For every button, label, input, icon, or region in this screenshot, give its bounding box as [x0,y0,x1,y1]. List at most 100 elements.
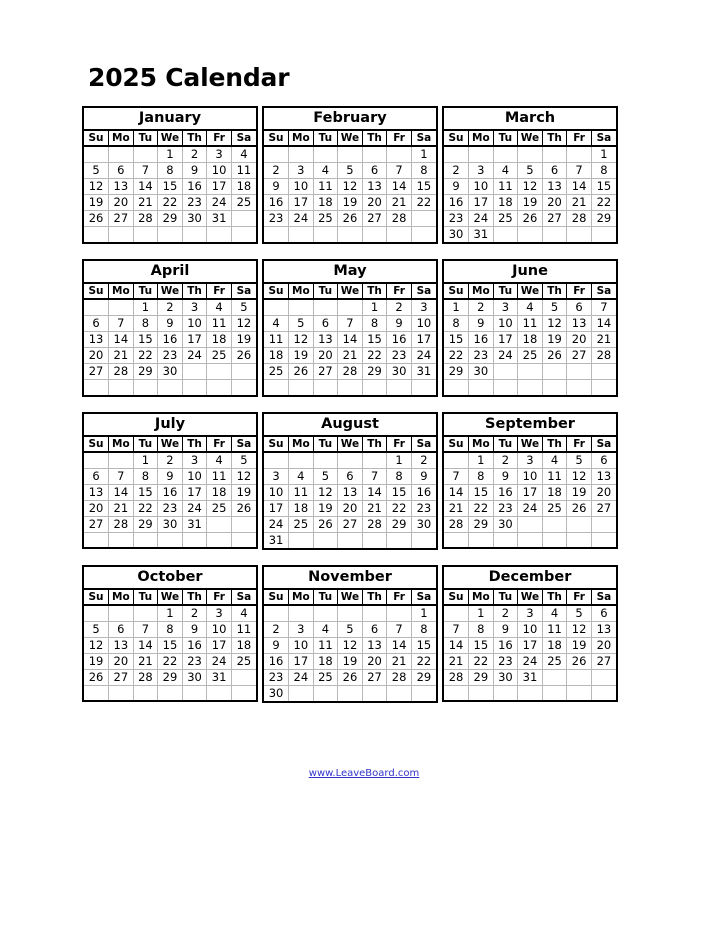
day-cell[interactable]: 16 [468,331,494,348]
day-cell[interactable]: 15 [386,484,412,501]
day-cell[interactable]: 29 [157,669,183,686]
day-cell[interactable]: 6 [84,315,110,332]
day-cell[interactable]: 24 [493,347,519,364]
day-cell[interactable]: 26 [517,210,543,227]
day-cell[interactable]: 2 [157,451,183,469]
day-cell[interactable]: 29 [157,210,183,227]
day-cell[interactable]: 2 [468,299,494,316]
day-cell[interactable]: 25 [517,347,543,364]
day-cell[interactable]: 21 [591,331,616,348]
day-cell[interactable]: 13 [542,178,568,195]
day-cell[interactable]: 5 [517,162,543,179]
day-cell[interactable]: 17 [411,331,436,348]
day-cell[interactable]: 8 [362,315,388,332]
day-cell[interactable]: 13 [591,468,616,485]
day-cell[interactable]: 27 [108,669,134,686]
day-cell[interactable]: 13 [84,484,110,501]
day-cell[interactable]: 25 [542,653,568,670]
day-cell[interactable]: 16 [182,637,208,654]
day-cell[interactable]: 22 [468,653,494,670]
day-cell[interactable]: 10 [264,484,290,501]
day-cell[interactable]: 14 [362,484,388,501]
day-cell[interactable]: 7 [591,299,616,316]
day-cell[interactable]: 3 [182,451,208,469]
day-cell[interactable]: 17 [182,484,208,501]
day-cell[interactable]: 11 [206,468,232,485]
day-cell[interactable]: 12 [288,331,314,348]
day-cell[interactable]: 28 [362,516,388,533]
day-cell[interactable]: 29 [468,669,494,686]
day-cell[interactable]: 2 [182,604,208,622]
day-cell[interactable]: 17 [206,637,232,654]
day-cell[interactable]: 29 [444,363,470,380]
day-cell[interactable]: 18 [288,500,314,517]
day-cell[interactable]: 14 [444,637,470,654]
day-cell[interactable]: 23 [493,653,519,670]
day-cell[interactable]: 21 [133,194,159,211]
day-cell[interactable]: 28 [133,669,159,686]
day-cell[interactable]: 31 [206,210,232,227]
day-cell[interactable]: 8 [591,162,616,179]
day-cell[interactable]: 16 [182,178,208,195]
day-cell[interactable]: 13 [591,621,616,638]
day-cell[interactable]: 27 [337,516,363,533]
day-cell[interactable]: 9 [264,178,290,195]
day-cell[interactable]: 15 [362,331,388,348]
day-cell[interactable]: 19 [566,637,592,654]
day-cell[interactable]: 4 [542,451,568,469]
day-cell[interactable]: 4 [542,604,568,622]
day-cell[interactable]: 26 [84,669,110,686]
day-cell[interactable]: 22 [133,347,159,364]
day-cell[interactable]: 7 [444,468,470,485]
day-cell[interactable]: 18 [231,178,256,195]
day-cell[interactable]: 6 [337,468,363,485]
day-cell[interactable]: 23 [493,500,519,517]
day-cell[interactable]: 30 [182,210,208,227]
day-cell[interactable]: 4 [264,315,290,332]
day-cell[interactable]: 27 [542,210,568,227]
day-cell[interactable]: 30 [493,669,519,686]
day-cell[interactable]: 28 [444,669,470,686]
day-cell[interactable]: 8 [386,468,412,485]
day-cell[interactable]: 19 [337,653,363,670]
day-cell[interactable]: 19 [566,484,592,501]
day-cell[interactable]: 21 [386,194,412,211]
day-cell[interactable]: 7 [444,621,470,638]
day-cell[interactable]: 3 [493,299,519,316]
day-cell[interactable]: 5 [313,468,339,485]
day-cell[interactable]: 8 [444,315,470,332]
day-cell[interactable]: 4 [206,451,232,469]
day-cell[interactable]: 7 [386,621,412,638]
day-cell[interactable]: 24 [468,210,494,227]
day-cell[interactable]: 10 [468,178,494,195]
day-cell[interactable]: 21 [386,653,412,670]
day-cell[interactable]: 14 [133,178,159,195]
day-cell[interactable]: 29 [468,516,494,533]
day-cell[interactable]: 11 [206,315,232,332]
day-cell[interactable]: 19 [542,331,568,348]
day-cell[interactable]: 9 [468,315,494,332]
day-cell[interactable]: 7 [108,315,134,332]
day-cell[interactable]: 6 [591,604,616,622]
day-cell[interactable]: 14 [108,484,134,501]
day-cell[interactable]: 20 [362,194,388,211]
day-cell[interactable]: 3 [182,299,208,316]
day-cell[interactable]: 17 [517,484,543,501]
day-cell[interactable]: 25 [313,669,339,686]
day-cell[interactable]: 10 [288,178,314,195]
day-cell[interactable]: 12 [337,178,363,195]
day-cell[interactable]: 12 [84,178,110,195]
day-cell[interactable]: 20 [313,347,339,364]
day-cell[interactable]: 1 [362,299,388,316]
day-cell[interactable]: 9 [157,315,183,332]
day-cell[interactable]: 15 [133,484,159,501]
day-cell[interactable]: 18 [313,653,339,670]
day-cell[interactable]: 18 [493,194,519,211]
day-cell[interactable]: 20 [108,653,134,670]
day-cell[interactable]: 14 [386,637,412,654]
day-cell[interactable]: 10 [288,637,314,654]
day-cell[interactable]: 12 [313,484,339,501]
day-cell[interactable]: 15 [411,637,436,654]
day-cell[interactable]: 28 [108,363,134,380]
day-cell[interactable]: 27 [108,210,134,227]
